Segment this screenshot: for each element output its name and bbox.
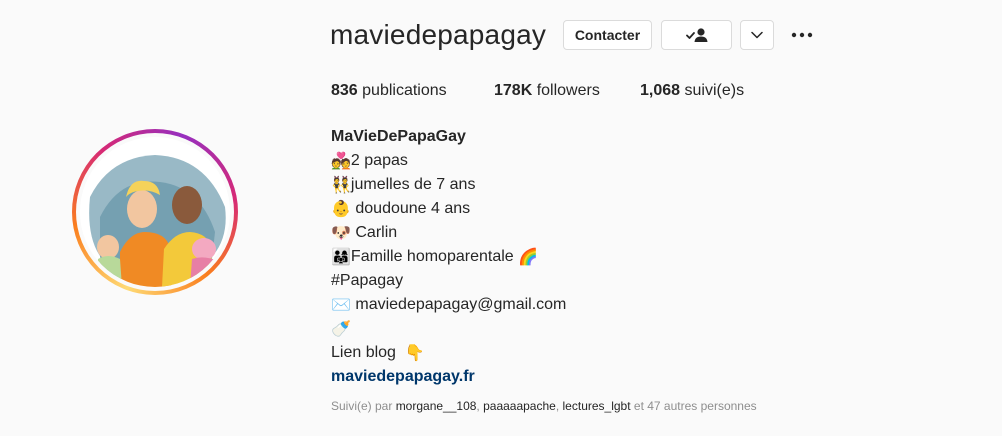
followers-count-label: followers xyxy=(536,82,600,99)
profile-display-name: MaVieDePapaGay xyxy=(331,128,466,145)
twins-emoji-icon: 👯 xyxy=(331,175,351,194)
posts-count-value: 836 xyxy=(331,82,358,99)
suggested-accounts-button[interactable] xyxy=(740,20,774,50)
envelope-emoji-icon: ✉️ xyxy=(331,295,351,314)
chevron-down-icon xyxy=(751,31,763,39)
bio-line-text: Famille homoparentale xyxy=(350,248,519,265)
followed-by-separator: , xyxy=(555,399,563,413)
couple-emoji-icon: 💑 xyxy=(331,151,351,170)
avatar-illustration xyxy=(80,137,230,287)
bio-link-line: maviedepapagay.fr xyxy=(331,365,566,389)
bio-line: 🍼 xyxy=(331,317,566,341)
bio-line: 👯 jumelles de 7 ans xyxy=(331,173,566,197)
bio-line-text: jumelles de 7 ans xyxy=(350,176,476,193)
bio-hashtag[interactable]: #Papagay xyxy=(331,269,566,293)
rainbow-emoji-icon: 🌈 xyxy=(518,247,539,266)
bio-line-text: doudoune 4 ans xyxy=(350,200,471,217)
followers-count-value: 178K xyxy=(494,82,533,99)
bio-line-text: Lien blog xyxy=(331,344,405,361)
followers-link[interactable]: 178K followers xyxy=(494,81,600,101)
bio-line: 👨‍👩‍👧 Famille homoparentale 🌈 xyxy=(331,245,566,269)
following-button[interactable] xyxy=(661,20,732,50)
contact-button[interactable]: Contacter xyxy=(563,20,652,50)
bio-line: 💑 2 papas xyxy=(331,149,566,173)
followed-by-account[interactable]: paaaaapache xyxy=(483,399,556,413)
posts-count-label: publications xyxy=(362,82,447,99)
bio-line-text: #Papagay xyxy=(331,272,404,289)
bio-email-text: maviedepapagay@gmail.com xyxy=(350,296,567,313)
pointing-down-emoji-icon: 👇 xyxy=(404,343,425,362)
following-count-value: 1,068 xyxy=(640,82,681,99)
more-horizontal-icon xyxy=(791,32,813,38)
profile-username: maviedepapagay xyxy=(330,19,547,50)
baby-bottle-emoji-icon: 🍼 xyxy=(331,319,351,338)
bio-line: Lien blog 👇 xyxy=(331,341,566,365)
person-check-icon xyxy=(685,28,707,42)
followed-by[interactable]: Suivi(e) par morgane__108, paaaaapache, … xyxy=(331,399,757,413)
followed-by-prefix: Suivi(e) par xyxy=(331,399,396,413)
profile-bio: MaVieDePapaGay 💑 2 papas 👯 jumelles de 7 a… xyxy=(331,125,566,389)
followed-by-account[interactable]: lectures_lgbt xyxy=(563,399,631,413)
posts-count: 836 publications xyxy=(331,81,447,101)
avatar[interactable] xyxy=(80,137,230,287)
followed-by-suffix: et 47 autres personnes xyxy=(630,399,757,413)
profile-header: maviedepapagay Contacter xyxy=(330,19,813,51)
bio-line: ✉️ maviedepapagay@gmail.com xyxy=(331,293,566,317)
bio-line: 👶 doudoune 4 ans xyxy=(331,197,566,221)
bio-line-text: 2 papas xyxy=(350,152,408,169)
dog-emoji-icon: 🐶 xyxy=(331,223,351,242)
bio-line: 🐶 Carlin xyxy=(331,221,566,245)
family-emoji-icon: 👨‍👩‍👧 xyxy=(331,247,351,266)
more-options-button[interactable] xyxy=(790,20,814,50)
bio-website-link[interactable]: maviedepapagay.fr xyxy=(331,365,475,389)
followed-by-account[interactable]: morgane__108 xyxy=(396,399,477,413)
avatar-ring-gap xyxy=(76,133,234,291)
following-link[interactable]: 1,068 suivi(e)s xyxy=(640,81,744,101)
baby-emoji-icon: 👶 xyxy=(331,199,351,218)
profile-avatar-ring[interactable] xyxy=(72,129,238,295)
following-count-label: suivi(e)s xyxy=(684,82,745,99)
bio-line-text: Carlin xyxy=(350,224,398,241)
